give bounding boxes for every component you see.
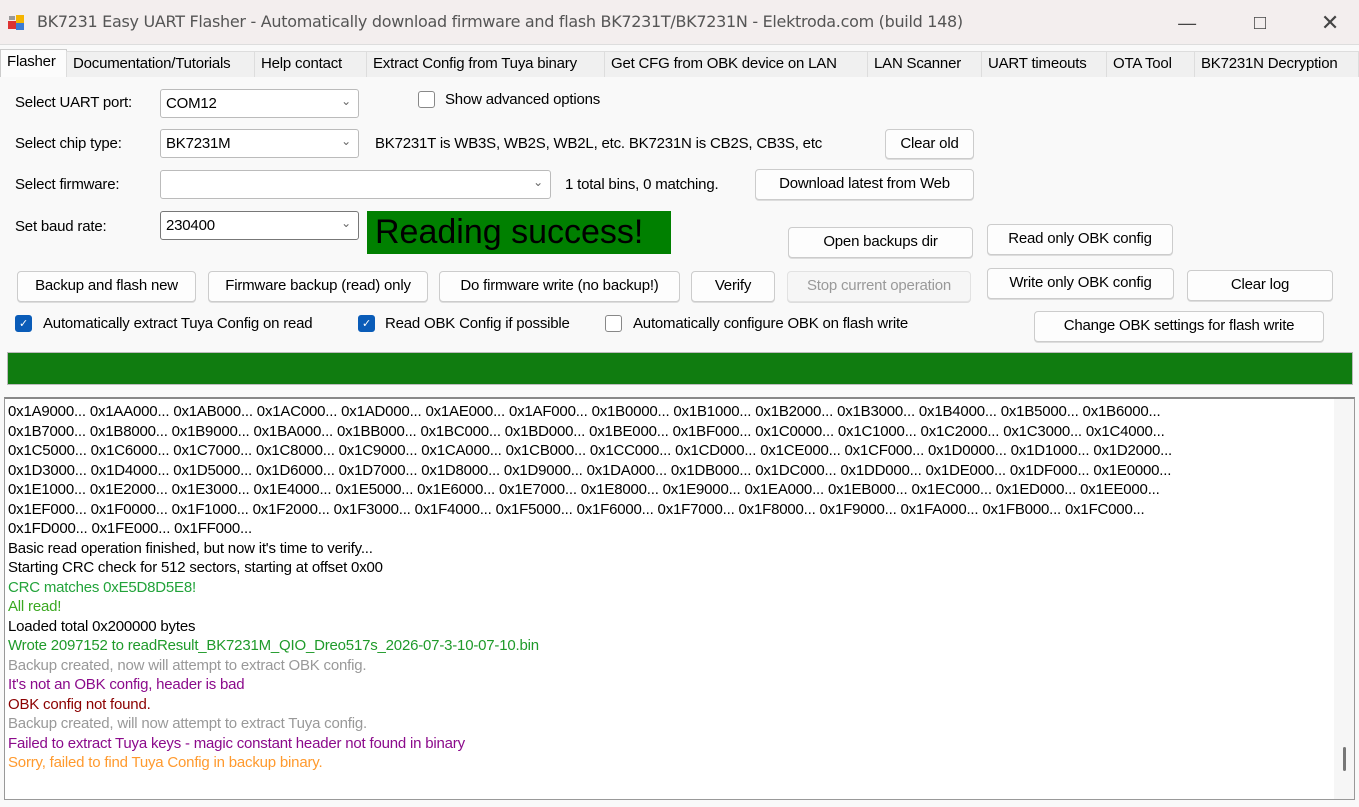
log-line: Loaded total 0x200000 bytes bbox=[8, 617, 196, 635]
log-line: 0x1EF000... 0x1F0000... 0x1F1000... 0x1F… bbox=[8, 500, 1145, 518]
baud-rate-select[interactable]: 230400 ⌄ bbox=[160, 211, 359, 240]
download-latest-button[interactable]: Download latest from Web bbox=[755, 169, 974, 200]
log-line: CRC matches 0xE5D8D5E8! bbox=[8, 578, 196, 596]
firmware-backup-button[interactable]: Firmware backup (read) only bbox=[208, 271, 428, 302]
stop-operation-button[interactable]: Stop current operation bbox=[787, 271, 971, 302]
chip-hint: BK7231T is WB3S, WB2S, WB2L, etc. BK7231… bbox=[375, 135, 823, 152]
log-line: 0x1FD000... 0x1FE000... 0x1FF000... bbox=[8, 520, 252, 537]
status-banner: Reading success! bbox=[367, 211, 671, 254]
window-title: BK7231 Easy UART Flasher - Automatically… bbox=[37, 12, 963, 31]
app-icon bbox=[8, 15, 24, 30]
tab-documentation[interactable]: Documentation/Tutorials bbox=[66, 51, 255, 77]
tab-ota-tool[interactable]: OTA Tool bbox=[1106, 51, 1195, 77]
baud-rate-value: 230400 bbox=[166, 217, 215, 234]
clear-log-button[interactable]: Clear log bbox=[1187, 270, 1333, 301]
firmware-write-button[interactable]: Do firmware write (no backup!) bbox=[439, 271, 680, 302]
change-obk-settings-button[interactable]: Change OBK settings for flash write bbox=[1034, 311, 1324, 342]
tab-extract-config[interactable]: Extract Config from Tuya binary bbox=[366, 51, 605, 77]
tab-bk7231n-decryption[interactable]: BK7231N Decryption bbox=[1194, 51, 1359, 77]
uart-port-label: Select UART port: bbox=[15, 94, 132, 111]
log-line: Failed to extract Tuya keys - magic cons… bbox=[8, 734, 465, 752]
baud-rate-label: Set baud rate: bbox=[15, 218, 107, 235]
minimize-icon[interactable]: — bbox=[1167, 8, 1207, 38]
tab-bar: Flasher Documentation/Tutorials Help con… bbox=[0, 49, 1359, 77]
log-line: 0x1A9000... 0x1AA000... 0x1AB000... 0x1A… bbox=[8, 403, 1161, 420]
auto-configure-obk-checkbox[interactable] bbox=[605, 315, 622, 332]
log-line: 0x1E1000... 0x1E2000... 0x1E3000... 0x1E… bbox=[8, 481, 1160, 498]
tab-help-contact[interactable]: Help contact bbox=[254, 51, 367, 77]
log-line: Wrote 2097152 to readResult_BK7231M_QIO_… bbox=[8, 637, 539, 654]
auto-configure-obk-label: Automatically configure OBK on flash wri… bbox=[633, 315, 909, 332]
chip-type-value: BK7231M bbox=[166, 135, 231, 152]
close-icon[interactable]: ✕ bbox=[1310, 8, 1350, 38]
log-line: 0x1B7000... 0x1B8000... 0x1B9000... 0x1B… bbox=[8, 422, 1165, 440]
verify-button[interactable]: Verify bbox=[691, 271, 775, 302]
clear-old-button[interactable]: Clear old bbox=[885, 129, 974, 159]
show-advanced-checkbox[interactable] bbox=[418, 91, 435, 108]
backup-and-flash-button[interactable]: Backup and flash new bbox=[17, 271, 196, 302]
log-line: Basic read operation finished, but now i… bbox=[8, 539, 373, 557]
chevron-down-icon: ⌄ bbox=[341, 94, 351, 108]
write-obk-config-button[interactable]: Write only OBK config bbox=[987, 268, 1174, 299]
chevron-down-icon: ⌄ bbox=[533, 175, 543, 189]
progress-bar bbox=[7, 352, 1353, 385]
tab-uart-timeouts[interactable]: UART timeouts bbox=[981, 51, 1107, 77]
log-line: Starting CRC check for 512 sectors, star… bbox=[8, 559, 383, 576]
log-line: Sorry, failed to find Tuya Config in bac… bbox=[8, 754, 323, 771]
chip-type-label: Select chip type: bbox=[15, 135, 122, 152]
tab-get-cfg[interactable]: Get CFG from OBK device on LAN bbox=[604, 51, 868, 77]
log-line: 0x1D3000... 0x1D4000... 0x1D5000... 0x1D… bbox=[8, 461, 1172, 479]
uart-port-select[interactable]: COM12 ⌄ bbox=[160, 89, 359, 118]
read-obk-checkbox[interactable]: ✓ bbox=[358, 315, 375, 332]
log-scrollbar[interactable] bbox=[1334, 399, 1354, 799]
progress-fill bbox=[8, 353, 1352, 384]
maximize-icon[interactable]: □ bbox=[1240, 8, 1280, 38]
chevron-down-icon: ⌄ bbox=[341, 216, 351, 230]
bins-info: 1 total bins, 0 matching. bbox=[565, 176, 719, 193]
firmware-label: Select firmware: bbox=[15, 176, 120, 193]
firmware-select[interactable]: ⌄ bbox=[160, 170, 551, 199]
uart-port-value: COM12 bbox=[166, 95, 217, 112]
open-backups-dir-button[interactable]: Open backups dir bbox=[788, 227, 973, 258]
log-output[interactable]: 0x1A9000... 0x1AA000... 0x1AB000... 0x1A… bbox=[4, 397, 1355, 800]
chevron-down-icon: ⌄ bbox=[341, 134, 351, 148]
tab-lan-scanner[interactable]: LAN Scanner bbox=[867, 51, 982, 77]
log-line: Backup created, now will attempt to extr… bbox=[8, 656, 367, 674]
log-line: All read! bbox=[8, 598, 62, 615]
log-lines: 0x1A9000... 0x1AA000... 0x1AB000... 0x1A… bbox=[8, 402, 1332, 773]
chip-type-select[interactable]: BK7231M ⌄ bbox=[160, 129, 359, 158]
tab-flasher[interactable]: Flasher bbox=[0, 49, 67, 77]
log-line: OBK config not found. bbox=[8, 695, 151, 713]
read-obk-label: Read OBK Config if possible bbox=[385, 315, 570, 332]
extract-tuya-checkbox[interactable]: ✓ bbox=[15, 315, 32, 332]
extract-tuya-label: Automatically extract Tuya Config on rea… bbox=[43, 315, 313, 332]
scrollbar-thumb[interactable] bbox=[1343, 747, 1346, 771]
log-line: Backup created, will now attempt to extr… bbox=[8, 715, 367, 732]
log-line: 0x1C5000... 0x1C6000... 0x1C7000... 0x1C… bbox=[8, 442, 1173, 459]
read-obk-config-button[interactable]: Read only OBK config bbox=[987, 224, 1173, 255]
show-advanced-label: Show advanced options bbox=[445, 91, 601, 108]
log-line: It's not an OBK config, header is bad bbox=[8, 676, 245, 693]
